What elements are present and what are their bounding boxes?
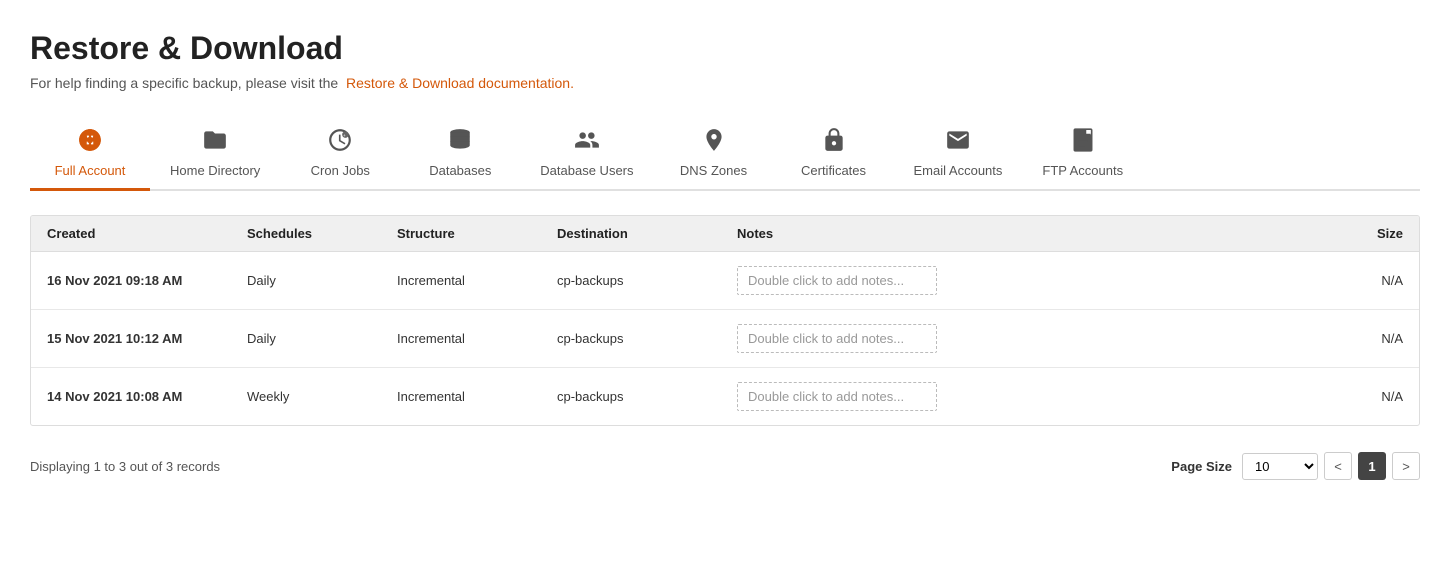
col-header-structure: Structure	[381, 216, 541, 252]
cell-size-1: N/A	[1339, 310, 1419, 368]
tab-dns-zones[interactable]: DNS Zones	[654, 115, 774, 191]
backup-table-wrapper: Created Schedules Structure Destination …	[30, 215, 1420, 426]
cell-schedules-1: Daily	[231, 310, 381, 368]
tabs-container: Full Account Home Directory + Cron Jobs …	[30, 115, 1420, 191]
cell-structure-0: Incremental	[381, 252, 541, 310]
notes-field-2[interactable]: Double click to add notes...	[737, 382, 937, 411]
table-body: 16 Nov 2021 09:18 AM Daily Incremental c…	[31, 252, 1419, 426]
cell-created-2: 14 Nov 2021 10:08 AM	[31, 368, 231, 426]
displaying-text: Displaying 1 to 3 out of 3 records	[30, 459, 220, 474]
tab-home-directory-label: Home Directory	[170, 163, 260, 178]
col-header-created: Created	[31, 216, 231, 252]
page-size-label: Page Size	[1171, 459, 1232, 474]
page-title: Restore & Download	[30, 30, 1420, 67]
tab-cron-jobs-label: Cron Jobs	[311, 163, 370, 178]
tab-ftp-accounts-label: FTP Accounts	[1042, 163, 1123, 178]
cell-size-2: N/A	[1339, 368, 1419, 426]
cell-structure-1: Incremental	[381, 310, 541, 368]
full-account-icon	[77, 127, 103, 157]
pagination-controls: Page Size 10 25 50 100 < 1 >	[1171, 452, 1420, 480]
current-page-indicator: 1	[1358, 452, 1386, 480]
table-header-row: Created Schedules Structure Destination …	[31, 216, 1419, 252]
page-subtitle: For help finding a specific backup, plea…	[30, 75, 1420, 91]
tab-ftp-accounts[interactable]: FTP Accounts	[1022, 115, 1143, 191]
cell-created-1: 15 Nov 2021 10:12 AM	[31, 310, 231, 368]
notes-field-0[interactable]: Double click to add notes...	[737, 266, 937, 295]
ftp-icon	[1070, 127, 1096, 157]
dns-icon	[701, 127, 727, 157]
tab-database-users[interactable]: Database Users	[520, 115, 653, 191]
tab-certificates[interactable]: Certificates	[774, 115, 894, 191]
email-icon	[945, 127, 971, 157]
db-users-icon	[574, 127, 600, 157]
tab-dns-zones-label: DNS Zones	[680, 163, 747, 178]
page-wrapper: Restore & Download For help finding a sp…	[0, 0, 1450, 587]
cell-notes-1[interactable]: Double click to add notes...	[721, 310, 1339, 368]
prev-page-button[interactable]: <	[1324, 452, 1352, 480]
cell-created-0: 16 Nov 2021 09:18 AM	[31, 252, 231, 310]
tab-full-account[interactable]: Full Account	[30, 115, 150, 191]
cell-schedules-2: Weekly	[231, 368, 381, 426]
tab-databases[interactable]: Databases	[400, 115, 520, 191]
table-row: 15 Nov 2021 10:12 AM Daily Incremental c…	[31, 310, 1419, 368]
cell-destination-2: cp-backups	[541, 368, 721, 426]
col-header-schedules: Schedules	[231, 216, 381, 252]
docs-link[interactable]: Restore & Download documentation.	[346, 75, 574, 91]
page-size-select[interactable]: 10 25 50 100	[1242, 453, 1318, 480]
notes-field-1[interactable]: Double click to add notes...	[737, 324, 937, 353]
tab-home-directory[interactable]: Home Directory	[150, 115, 280, 191]
cell-size-0: N/A	[1339, 252, 1419, 310]
tab-email-accounts-label: Email Accounts	[914, 163, 1003, 178]
tab-cron-jobs[interactable]: + Cron Jobs	[280, 115, 400, 191]
cert-icon	[821, 127, 847, 157]
col-header-size: Size	[1339, 216, 1419, 252]
backup-table: Created Schedules Structure Destination …	[31, 216, 1419, 425]
tab-full-account-label: Full Account	[55, 163, 126, 178]
tab-email-accounts[interactable]: Email Accounts	[894, 115, 1023, 191]
folder-icon	[202, 127, 228, 157]
cell-destination-1: cp-backups	[541, 310, 721, 368]
table-row: 16 Nov 2021 09:18 AM Daily Incremental c…	[31, 252, 1419, 310]
table-row: 14 Nov 2021 10:08 AM Weekly Incremental …	[31, 368, 1419, 426]
subtitle-text: For help finding a specific backup, plea…	[30, 75, 338, 91]
cell-schedules-0: Daily	[231, 252, 381, 310]
cell-notes-2[interactable]: Double click to add notes...	[721, 368, 1339, 426]
cell-structure-2: Incremental	[381, 368, 541, 426]
cron-icon: +	[327, 127, 353, 157]
tab-databases-label: Databases	[429, 163, 491, 178]
tab-database-users-label: Database Users	[540, 163, 633, 178]
database-icon	[447, 127, 473, 157]
cell-destination-0: cp-backups	[541, 252, 721, 310]
cell-notes-0[interactable]: Double click to add notes...	[721, 252, 1339, 310]
col-header-notes: Notes	[721, 216, 1339, 252]
col-header-destination: Destination	[541, 216, 721, 252]
tab-certificates-label: Certificates	[801, 163, 866, 178]
table-footer: Displaying 1 to 3 out of 3 records Page …	[30, 442, 1420, 480]
next-page-button[interactable]: >	[1392, 452, 1420, 480]
